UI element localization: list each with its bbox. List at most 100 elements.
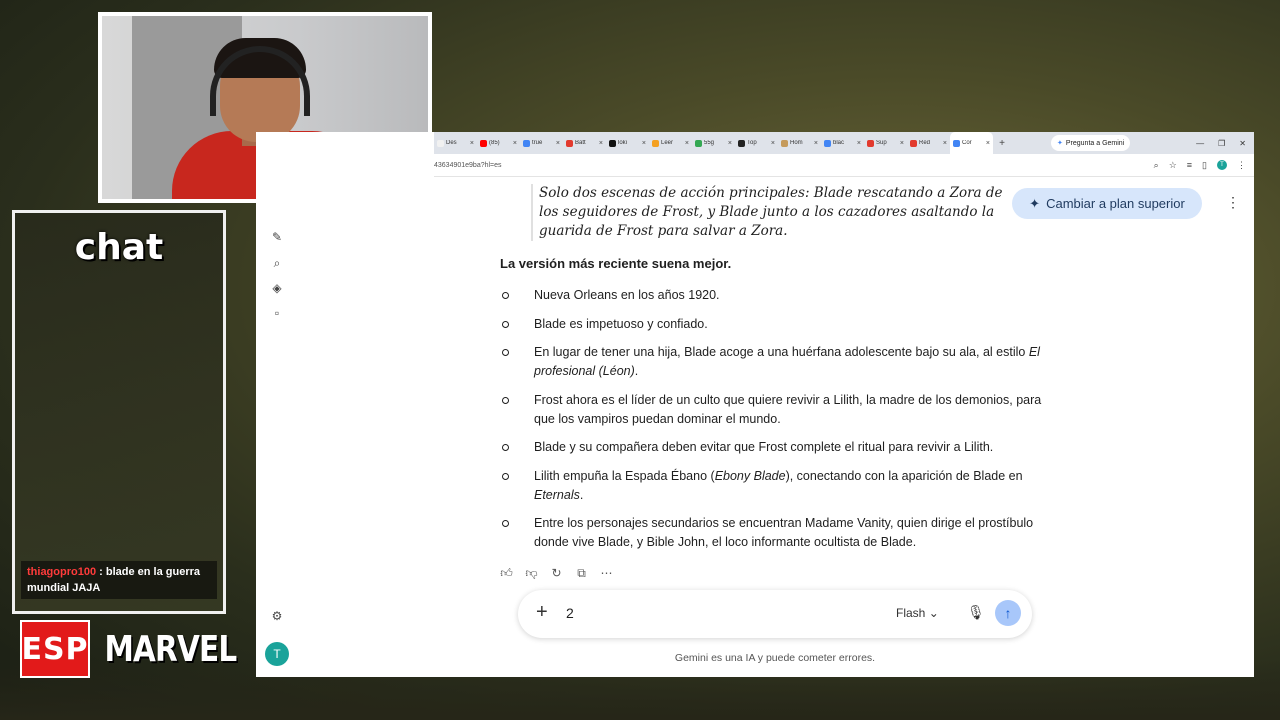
list-item-text: En lugar de tener una hija, Blade acoge … [534,345,1029,359]
chat-message-user: thiagopro100 [27,566,97,578]
browser-tab[interactable]: 55g × [692,132,735,154]
new-chat-icon[interactable]: ✎ [270,230,284,244]
microphone-icon[interactable]: 🎙︎ [967,604,985,621]
tab-label: blac [833,140,845,146]
new-tab-button[interactable]: + [993,138,1011,149]
tab-label: Leer [661,140,674,146]
model-selector[interactable]: Flash ⌄ [896,606,939,620]
browser-tab[interactable]: Des × [434,132,477,154]
thumbs-down-icon[interactable]: 👎︎ [525,566,538,581]
response-actions: 👍︎ 👎︎ ↻ ⧉ ⋯ [500,566,613,581]
list-item-text: Blade y su compañera deben evitar que Fr… [534,440,994,454]
prompt-input[interactable]: 2 [566,605,574,621]
browser-tab[interactable]: blac × [821,132,864,154]
reading-list-icon[interactable]: ≡ [1187,160,1192,170]
channel-logo: ESP MARVEL [20,620,237,680]
more-options-icon[interactable]: ⋮ [1226,194,1240,211]
menu-kebab-icon[interactable]: ⋮ [1237,160,1246,171]
gems-icon[interactable]: ◈ [270,281,284,295]
browser-tab[interactable]: loki × [606,132,649,154]
tab-close-icon[interactable]: × [943,140,947,147]
tab-label: true [532,140,543,146]
browser-tab[interactable]: Hom × [778,132,821,154]
tab-close-icon[interactable]: × [728,140,732,147]
tab-close-icon[interactable]: × [642,140,646,147]
browser-window: Des × (85) × true × Batt × loki × Leer × 55g × Top × Hom… [256,132,1254,677]
browser-tab[interactable]: (85) × [477,132,520,154]
profile-avatar-small[interactable]: T [1217,160,1227,170]
tab-close-icon[interactable]: × [857,140,861,147]
list-item-text: Nueva Orleans en los años 1920. [534,288,720,302]
bullet-icon [502,320,509,328]
bullet-icon [502,520,509,527]
regenerate-icon[interactable]: ↻ [550,566,563,581]
list-item-text: Entre los personajes secundarios se encu… [534,516,1034,549]
ask-gemini-button[interactable]: ✦ Pregunta a Gemini [1051,135,1131,151]
browser-tab[interactable]: Sup × [864,132,907,154]
tab-favicon-icon [437,139,444,147]
tab-close-icon[interactable]: × [771,140,775,147]
browser-tab[interactable]: true × [520,132,563,154]
restore-icon[interactable]: ❐ [1218,139,1225,148]
browser-tab[interactable]: Red × [907,132,950,154]
browser-tab[interactable]: Top × [735,132,778,154]
tab-close-icon[interactable]: × [556,140,560,147]
response-list: Nueva Orleans en los años 1920. Blade es … [500,286,1060,562]
tab-label: Batt [575,140,586,146]
sidepanel-icon[interactable]: ▯ [1202,160,1207,171]
tab-close-icon[interactable]: × [900,140,904,147]
url-field[interactable]: 43634901e9ba?hl=es [434,162,502,169]
tab-close-icon[interactable]: × [470,140,474,147]
tab-label: Des [446,140,457,146]
tab-favicon-icon [566,139,573,147]
tab-close-icon[interactable]: × [599,140,603,147]
logo-esp: ESP [20,620,90,678]
more-actions-icon[interactable]: ⋯ [600,566,613,581]
tab-close-icon[interactable]: × [513,140,517,147]
tab-favicon-icon [738,139,745,147]
tab-favicon-icon [824,139,831,147]
model-label: Flash [896,606,926,620]
bookmark-star-icon[interactable]: ☆ [1169,160,1177,171]
list-item: Frost ahora es el líder de un culto que … [500,391,1060,429]
search-icon[interactable]: ⌕ [270,256,284,270]
tab-label: Red [919,140,931,146]
browser-tab[interactable]: Leer × [649,132,692,154]
add-attachment-icon[interactable]: + [536,601,548,624]
tab-close-icon[interactable]: × [685,140,689,147]
tab-close-icon[interactable]: × [986,140,990,147]
copy-icon[interactable]: ⧉ [575,566,588,581]
tab-label: Hom [790,140,803,146]
list-item-emphasis: Ebony Blade [714,468,786,483]
close-icon[interactable]: ✕ [1239,139,1246,148]
settings-gear-icon[interactable]: ⚙ [270,609,284,623]
thumbs-up-icon[interactable]: 👍︎ [500,566,513,581]
zoom-icon[interactable]: ⌕ [1154,160,1159,171]
send-button[interactable]: ↑ [995,600,1021,626]
gemini-sidebar: ✎ ⌕ ◈ ▫ ⚙ T [256,176,300,677]
tab-favicon-icon [695,139,702,147]
upgrade-plan-button[interactable]: ✦ Cambiar a plan superior [1012,188,1202,219]
address-bar-icons: ⌕ ☆ ≡ ▯ T ⋮ [1154,160,1254,171]
sparkle-icon: ✦ [1029,195,1041,211]
prompt-input-box[interactable]: + 2 Flash ⌄ 🎙︎ ↑ [518,590,1032,638]
chat-message: thiagopro100 : blade en la guerra mundia… [21,561,217,599]
minimize-icon[interactable]: — [1196,139,1204,148]
tab-favicon-icon [523,139,530,147]
browser-tab[interactable]: Batt × [563,132,606,154]
response-heading: La versión más reciente suena mejor. [500,256,732,271]
list-item-text: . [579,487,584,502]
apps-icon[interactable]: ▫ [270,306,284,320]
browser-tab[interactable]: Cor × [950,132,993,154]
tab-label: 55g [704,140,715,146]
chat-message-separator: : [96,566,106,578]
tab-favicon-icon [953,139,960,147]
user-avatar[interactable]: T [265,642,289,666]
list-item: Entre los personajes secundarios se encu… [500,514,1060,552]
gemini-sparkle-icon: ✦ [1057,140,1063,147]
tab-close-icon[interactable]: × [814,140,818,147]
list-item: Lilith empuña la Espada Ébano (Ebony Bla… [500,467,1060,505]
list-item: Nueva Orleans en los años 1920. [500,286,1060,305]
chevron-down-icon: ⌄ [928,606,939,620]
bullet-icon [502,444,509,451]
